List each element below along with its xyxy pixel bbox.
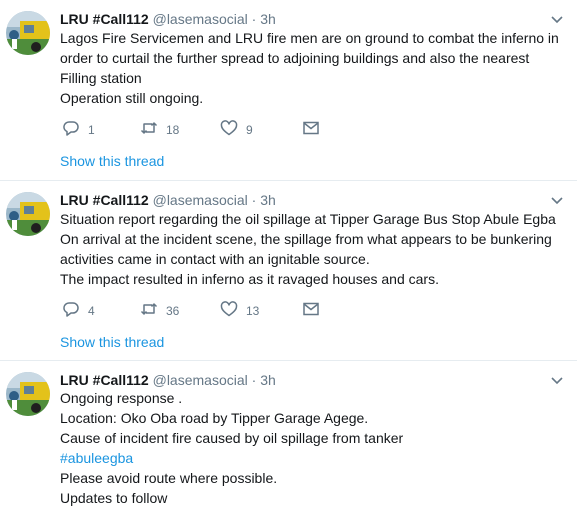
separator-dot: · bbox=[251, 11, 257, 27]
like-count: 13 bbox=[246, 304, 260, 318]
heart-icon bbox=[220, 300, 238, 323]
chevron-down-icon[interactable] bbox=[549, 192, 565, 208]
tweet-3[interactable]: LRU #Call112 @lasemasocial · 3h Ongoing … bbox=[0, 361, 577, 517]
like-button[interactable]: 13 bbox=[220, 300, 260, 323]
tweet-text-line: Ongoing response . bbox=[60, 390, 183, 406]
tweet-text-line: Filling station bbox=[60, 70, 142, 86]
avatar[interactable] bbox=[6, 11, 50, 55]
hashtag-link[interactable]: #abuleegba bbox=[60, 448, 565, 468]
tweet-text-line: Cause of incident fire caused by oil spi… bbox=[60, 430, 404, 446]
reply-button[interactable]: 1 bbox=[62, 120, 95, 140]
direct-message-button[interactable] bbox=[302, 120, 320, 140]
timestamp[interactable]: 3h bbox=[260, 372, 276, 388]
show-thread-link[interactable]: Show this thread bbox=[60, 152, 164, 170]
tweet-1[interactable]: LRU #Call112 @lasemasocial · 3h Lagos Fi… bbox=[0, 0, 577, 180]
retweet-count: 18 bbox=[166, 123, 180, 137]
retweet-icon bbox=[140, 300, 158, 323]
tweet-text-line: activities came in contact with an ignit… bbox=[60, 251, 370, 267]
retweet-button[interactable]: 18 bbox=[140, 120, 179, 140]
tweet-2[interactable]: LRU #Call112 @lasemasocial · 3h Situatio… bbox=[0, 181, 577, 360]
show-thread-link[interactable]: Show this thread bbox=[60, 333, 164, 351]
reply-button[interactable]: 4 bbox=[62, 301, 95, 321]
tweet-header: LRU #Call112 @lasemasocial · 3h bbox=[60, 191, 276, 209]
like-count: 9 bbox=[246, 123, 253, 137]
heart-icon bbox=[220, 119, 238, 142]
envelope-icon bbox=[302, 300, 320, 323]
tweet-header: LRU #Call112 @lasemasocial · 3h bbox=[60, 10, 276, 28]
tweet-text-line: Please avoid route where possible. bbox=[60, 470, 278, 486]
tweet-text-line: Location: Oko Oba road by Tipper Garage … bbox=[60, 410, 369, 426]
tweet-header: LRU #Call112 @lasemasocial · 3h bbox=[60, 371, 276, 389]
tweet-text-line: Situation report regarding the oil spill… bbox=[60, 211, 556, 227]
display-name[interactable]: LRU #Call112 bbox=[60, 11, 149, 27]
retweet-icon bbox=[140, 119, 158, 142]
display-name[interactable]: LRU #Call112 bbox=[60, 372, 149, 388]
reply-icon bbox=[62, 300, 80, 323]
timestamp[interactable]: 3h bbox=[260, 192, 276, 208]
reply-count: 1 bbox=[88, 123, 95, 137]
tweet-text-line: Operation still ongoing. bbox=[60, 90, 204, 106]
tweet-text-line: order to curtail the further spread to a… bbox=[60, 50, 530, 66]
separator-dot: · bbox=[251, 372, 257, 388]
display-name[interactable]: LRU #Call112 bbox=[60, 192, 149, 208]
separator-dot: · bbox=[251, 192, 257, 208]
tweet-text-line: Updates to follow bbox=[60, 490, 168, 506]
direct-message-button[interactable] bbox=[302, 301, 320, 321]
avatar[interactable] bbox=[6, 372, 50, 416]
envelope-icon bbox=[302, 119, 320, 142]
user-handle[interactable]: @lasemasocial bbox=[153, 192, 248, 208]
tweet-text-line: On arrival at the incident scene, the sp… bbox=[60, 231, 552, 247]
reply-count: 4 bbox=[88, 304, 95, 318]
tweet-text: Ongoing response . Location: Oko Oba roa… bbox=[60, 388, 565, 508]
tweet-text-line: Lagos Fire Servicemen and LRU fire men a… bbox=[60, 30, 559, 46]
timestamp[interactable]: 3h bbox=[260, 11, 276, 27]
tweet-text-line: The impact resulted in inferno as it rav… bbox=[60, 271, 439, 287]
avatar[interactable] bbox=[6, 192, 50, 236]
user-handle[interactable]: @lasemasocial bbox=[153, 11, 248, 27]
chevron-down-icon[interactable] bbox=[549, 11, 565, 27]
retweet-button[interactable]: 36 bbox=[140, 301, 179, 321]
reply-icon bbox=[62, 119, 80, 142]
like-button[interactable]: 9 bbox=[220, 119, 253, 142]
tweet-text: Situation report regarding the oil spill… bbox=[60, 209, 565, 289]
chevron-down-icon[interactable] bbox=[549, 372, 565, 388]
retweet-count: 36 bbox=[166, 304, 180, 318]
user-handle[interactable]: @lasemasocial bbox=[153, 372, 248, 388]
tweet-text: Lagos Fire Servicemen and LRU fire men a… bbox=[60, 28, 565, 108]
